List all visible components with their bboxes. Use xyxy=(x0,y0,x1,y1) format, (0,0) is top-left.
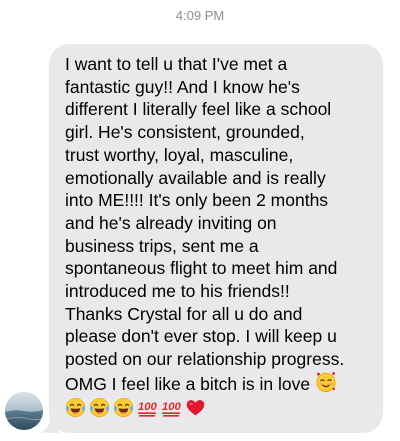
contact-avatar[interactable] xyxy=(5,392,43,430)
message-line: introduced me to his friends!! xyxy=(65,281,290,302)
incoming-message-row: I want to tell u that I've met a fantast… xyxy=(0,44,400,441)
message-line: please don't ever stop. I will keep u xyxy=(65,326,337,347)
message-timestamp: 4:09 PM xyxy=(175,8,225,23)
message-line: and he's already inviting on xyxy=(65,212,277,233)
message-line: into ME!!!! It's only been 2 months xyxy=(65,190,329,211)
message-line: different I literally feel like a school xyxy=(65,99,332,120)
message-line: emotionally available and is really xyxy=(65,167,326,188)
message-line: spontaneous flight to meet him and xyxy=(65,258,338,279)
face-with-tears-of-joy-emoji-icon xyxy=(89,397,110,418)
incoming-message-bubble[interactable]: I want to tell u that I've met a fantast… xyxy=(49,44,383,433)
smiling-face-with-hearts-emoji-icon xyxy=(315,371,337,393)
emoji-row xyxy=(65,397,377,421)
face-with-tears-of-joy-emoji-icon xyxy=(65,397,86,418)
red-heart-emoji-icon xyxy=(185,397,206,418)
face-with-tears-of-joy-emoji-icon xyxy=(113,397,134,418)
message-line-last: OMG I feel like a bitch is in love xyxy=(65,371,377,396)
message-line: I want to tell u that I've met a xyxy=(65,54,288,74)
hundred-points-emoji-icon xyxy=(137,397,158,418)
message-line-text: OMG I feel like a bitch is in love xyxy=(65,373,311,394)
message-line: Thanks Crystal for all u do and xyxy=(65,303,303,324)
contact-avatar-photo-icon xyxy=(5,392,43,430)
hundred-points-emoji-icon xyxy=(161,397,182,418)
message-line: business trips, sent me a xyxy=(65,235,259,256)
message-line: girl. He's consistent, grounded, xyxy=(65,122,305,143)
message-line: fantastic guy!! And I know he's xyxy=(65,76,300,97)
message-line: posted on our relationship progress. xyxy=(65,349,345,370)
message-line: trust worthy, loyal, masculine, xyxy=(65,144,294,165)
